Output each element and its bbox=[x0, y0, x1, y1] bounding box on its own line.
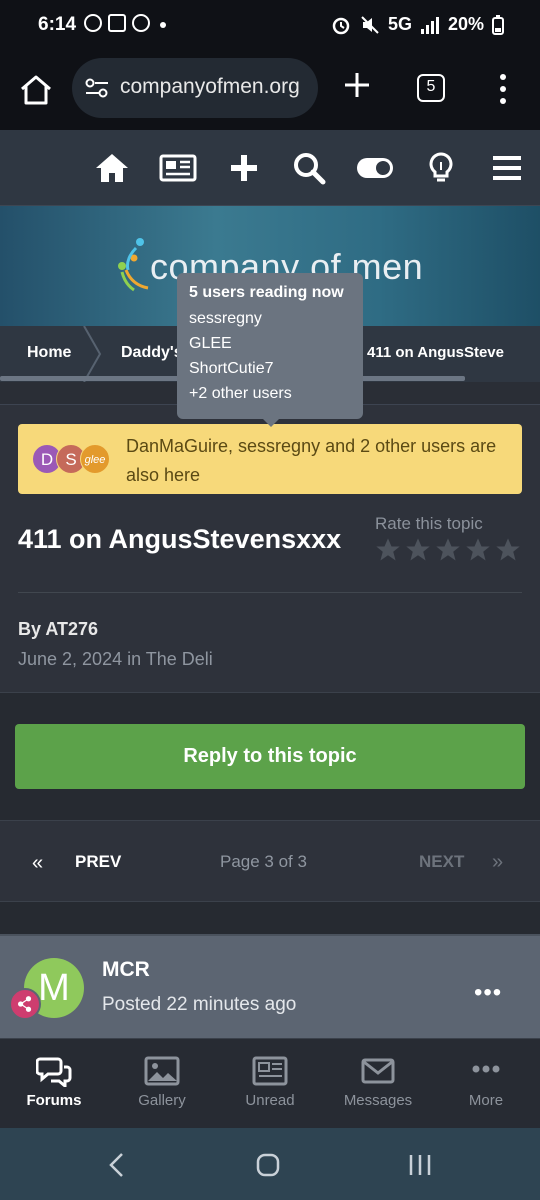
chrome-notification-icon bbox=[84, 14, 102, 32]
new-tab-button-icon[interactable] bbox=[342, 70, 372, 100]
poster-name[interactable]: MCR bbox=[102, 958, 150, 982]
site-settings-icon[interactable] bbox=[84, 78, 110, 98]
forums-icon bbox=[36, 1057, 72, 1087]
tab-more[interactable]: More bbox=[432, 1039, 540, 1129]
tooltip-user[interactable]: ShortCutie7 bbox=[189, 360, 351, 378]
tab-label: Forums bbox=[26, 1092, 82, 1109]
tooltip-more-users: +2 other users bbox=[189, 385, 292, 402]
tab-label: Messages bbox=[343, 1092, 413, 1109]
lightbulb-icon[interactable] bbox=[423, 150, 459, 186]
breadcrumb-current-topic[interactable]: 411 on AngusSteve bbox=[367, 344, 540, 361]
recents-icon[interactable] bbox=[405, 1150, 435, 1180]
company-of-men-logo-icon[interactable] bbox=[112, 236, 152, 298]
breadcrumb-separator-icon bbox=[83, 326, 102, 382]
more-notifications-dot-icon bbox=[160, 22, 166, 28]
page: 6:14 5G 20% companyofmen.org 5 company o… bbox=[0, 0, 540, 1200]
status-right: 5G 20% bbox=[330, 14, 504, 35]
back-icon[interactable] bbox=[103, 1150, 133, 1180]
more-icon bbox=[472, 1065, 500, 1073]
tab-gallery[interactable]: Gallery bbox=[108, 1039, 216, 1129]
home-nav-icon[interactable] bbox=[253, 1150, 283, 1180]
alarm-icon bbox=[332, 17, 350, 34]
hamburger-menu-icon[interactable] bbox=[489, 150, 525, 186]
tooltip-user[interactable]: GLEE bbox=[189, 335, 351, 353]
gallery-icon bbox=[144, 1056, 180, 1086]
rating-stars bbox=[374, 536, 522, 564]
post-timestamp[interactable]: Posted 22 minutes ago bbox=[102, 994, 296, 1016]
site-nav bbox=[0, 130, 540, 206]
news-icon[interactable] bbox=[158, 150, 198, 186]
tab-unread[interactable]: Unread bbox=[216, 1039, 324, 1129]
tooltip-arrow bbox=[263, 419, 279, 427]
tab-label: Unread bbox=[245, 1092, 295, 1109]
avatar[interactable]: glee bbox=[80, 444, 110, 474]
section-gap bbox=[0, 902, 540, 934]
topic-author[interactable]: By AT276 bbox=[18, 619, 98, 640]
address-bar[interactable]: companyofmen.org bbox=[72, 58, 318, 118]
battery-level: 20% bbox=[447, 14, 484, 34]
tab-forums[interactable]: Forums bbox=[0, 1039, 108, 1129]
star-icon[interactable] bbox=[374, 536, 402, 564]
tab-switcher-button[interactable]: 5 bbox=[417, 74, 445, 102]
notification-icons bbox=[84, 14, 150, 32]
double-chevron-right-icon: » bbox=[492, 851, 504, 873]
gallery-notification-icon bbox=[108, 14, 126, 32]
breadcrumb-daddys[interactable]: Daddy's bbox=[121, 344, 183, 362]
create-plus-icon[interactable] bbox=[226, 150, 262, 186]
browser-home-button-icon[interactable] bbox=[18, 72, 54, 108]
tooltip-title: 5 users reading now bbox=[189, 284, 344, 301]
unread-icon bbox=[252, 1056, 288, 1086]
network-type: 5G bbox=[387, 14, 412, 34]
star-icon[interactable] bbox=[464, 536, 492, 564]
browser-menu-icon[interactable] bbox=[496, 72, 510, 106]
home-icon[interactable] bbox=[94, 150, 130, 186]
search-icon[interactable] bbox=[291, 150, 327, 186]
star-icon[interactable] bbox=[494, 536, 522, 564]
also-here-notice: D S glee DanMaGuire, sessregny and 2 oth… bbox=[18, 424, 522, 494]
post-options-icon[interactable]: ••• bbox=[474, 981, 502, 1005]
page-indicator[interactable]: Page 3 of 3 bbox=[220, 852, 307, 872]
status-bar: 6:14 5G 20% bbox=[0, 0, 540, 52]
tab-label: More bbox=[468, 1092, 504, 1109]
breadcrumb-home[interactable]: Home bbox=[27, 344, 71, 362]
signal-icon bbox=[420, 16, 439, 34]
chrome-notification-icon bbox=[132, 14, 150, 32]
divider bbox=[18, 592, 522, 593]
users-reading-tooltip: 5 users reading now sessregny GLEE Short… bbox=[177, 273, 363, 427]
tooltip-user[interactable]: sessregny bbox=[189, 310, 351, 328]
tab-messages[interactable]: Messages bbox=[324, 1039, 432, 1129]
next-page-link: NEXT bbox=[419, 852, 465, 871]
topic-date-forum: June 2, 2024 in The Deli bbox=[18, 649, 213, 669]
system-nav-bar bbox=[0, 1128, 540, 1200]
browser-toolbar: companyofmen.org 5 bbox=[0, 52, 540, 130]
topic-title: 411 on AngusStevensxxx bbox=[18, 524, 342, 554]
messages-icon bbox=[361, 1058, 395, 1084]
mute-icon bbox=[361, 15, 379, 34]
post-header: M MCR Posted 22 minutes ago ••• bbox=[0, 934, 540, 1038]
pagination: « PREV Page 3 of 3 NEXT » bbox=[0, 820, 540, 902]
reply-to-topic-button[interactable]: Reply to this topic bbox=[15, 724, 525, 789]
also-here-text: DanMaGuire, sessregny and 2 other users … bbox=[126, 436, 497, 485]
rank-badge-icon bbox=[9, 988, 41, 1020]
theme-toggle-icon[interactable] bbox=[355, 150, 395, 186]
star-icon[interactable] bbox=[404, 536, 432, 564]
url-text[interactable]: companyofmen.org bbox=[120, 75, 308, 99]
rate-topic-label: Rate this topic bbox=[375, 514, 483, 533]
bottom-tab-bar: Forums Gallery Unread Messages More bbox=[0, 1038, 540, 1128]
status-time: 6:14 bbox=[38, 14, 77, 35]
battery-icon bbox=[492, 14, 504, 35]
double-chevron-left-icon[interactable]: « bbox=[32, 852, 43, 875]
prev-page-link[interactable]: PREV bbox=[75, 852, 121, 872]
star-icon[interactable] bbox=[434, 536, 462, 564]
tab-label: Gallery bbox=[138, 1092, 186, 1109]
